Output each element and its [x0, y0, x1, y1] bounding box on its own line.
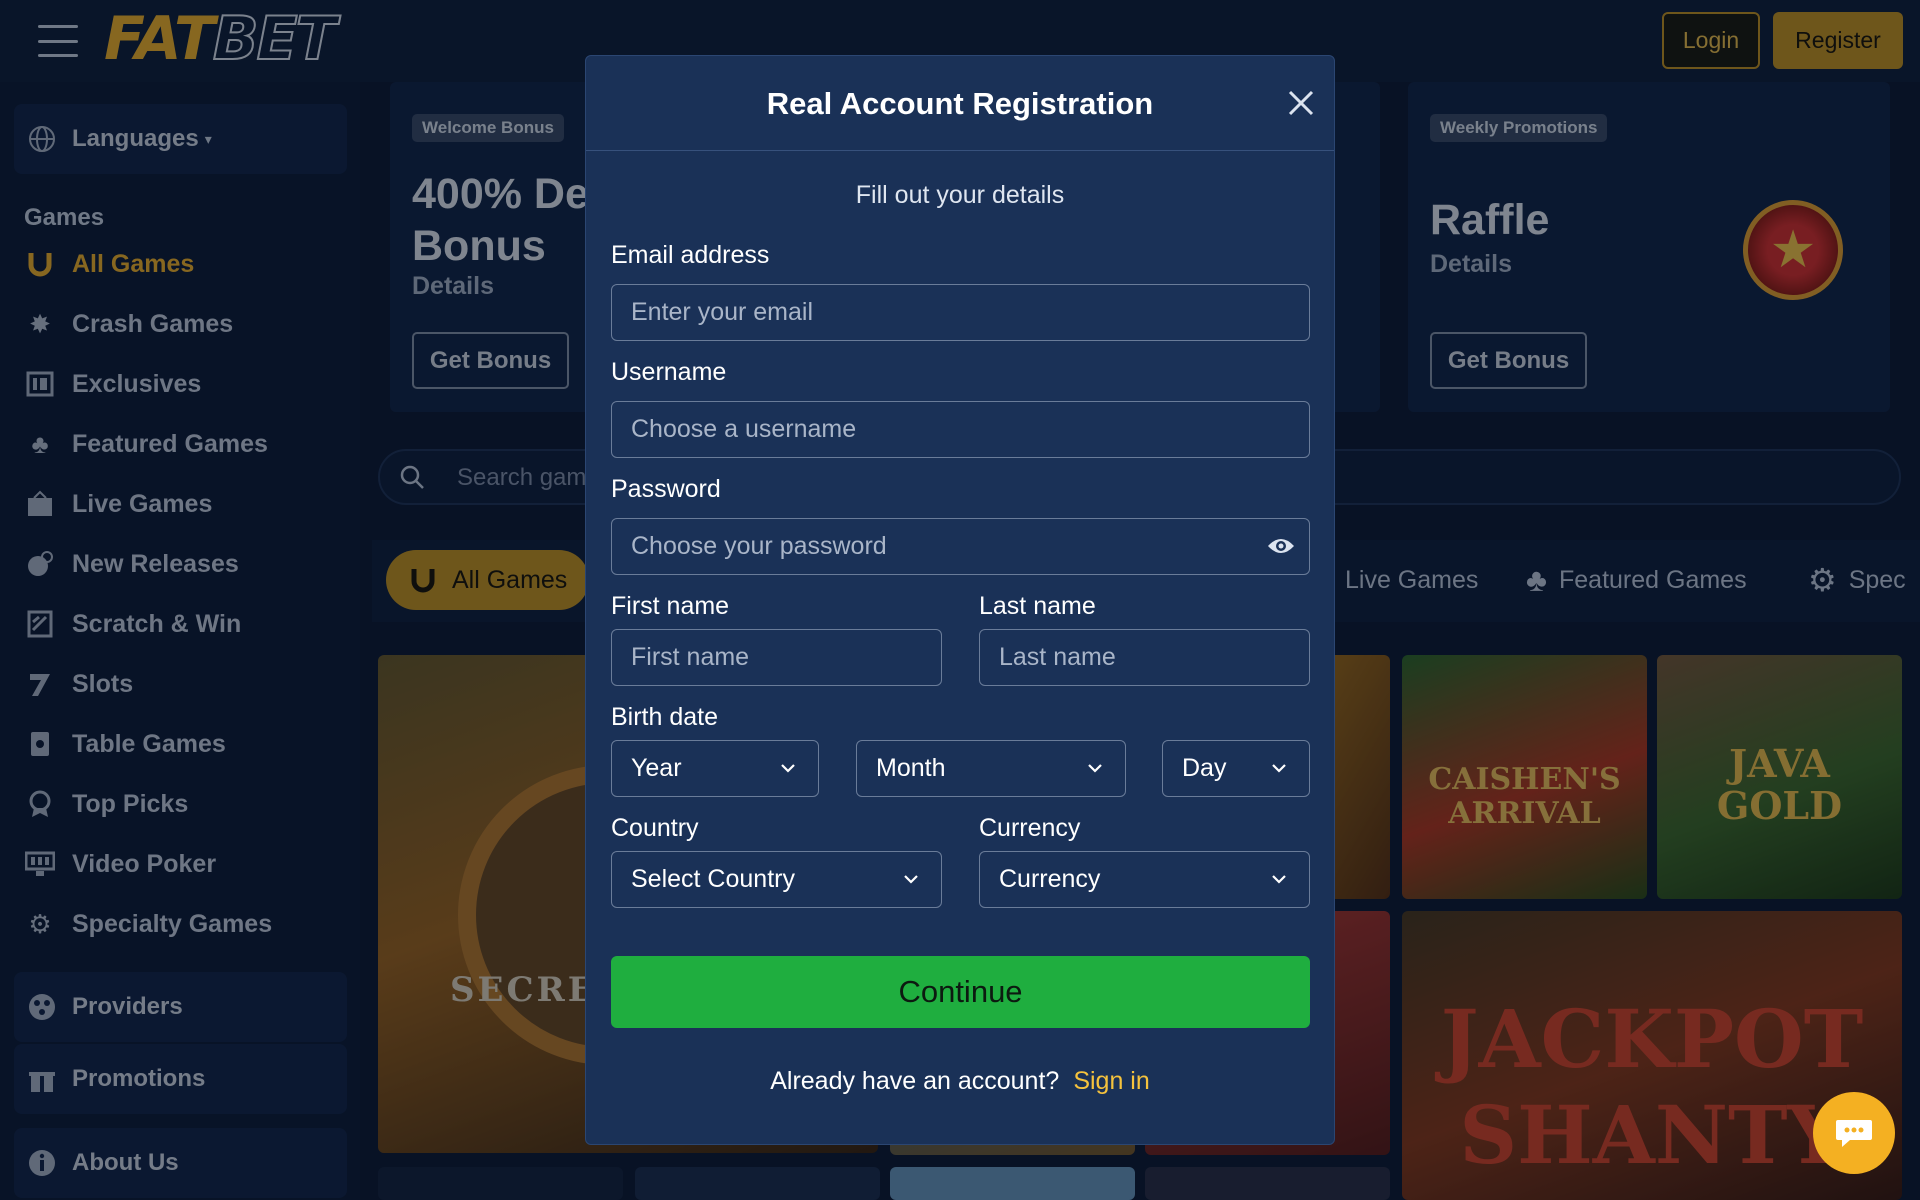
chevron-down-icon: [1272, 875, 1286, 884]
currency-label: Currency: [979, 814, 1081, 842]
modal-title: Real Account Registration: [766, 86, 1154, 121]
registration-modal: Real Account Registration Fill out your …: [585, 55, 1335, 1145]
email-label: Email address: [611, 241, 770, 269]
signin-prompt: Already have an account? Sign in: [586, 1067, 1334, 1096]
username-field[interactable]: [611, 401, 1310, 458]
birth-year-select[interactable]: Year: [611, 740, 819, 797]
password-wrapper: [611, 518, 1310, 575]
modal-header: Real Account Registration: [586, 56, 1334, 151]
chevron-down-icon: [904, 875, 918, 884]
chat-bubble-icon: [1836, 1120, 1872, 1147]
password-field[interactable]: [611, 518, 1310, 575]
continue-button[interactable]: Continue: [611, 956, 1310, 1028]
email-field[interactable]: [611, 284, 1310, 341]
select-value: Select Country: [631, 865, 795, 893]
password-label: Password: [611, 475, 721, 503]
username-label: Username: [611, 358, 727, 386]
chevron-down-icon: [1272, 764, 1286, 773]
first-name-label: First name: [611, 592, 730, 620]
already-text: Already have an account?: [770, 1067, 1060, 1095]
close-icon[interactable]: [1284, 86, 1318, 120]
chevron-down-icon: [1088, 764, 1102, 773]
chat-button[interactable]: [1813, 1092, 1895, 1174]
country-select[interactable]: Select Country: [611, 851, 942, 908]
modal-subtitle: Fill out your details: [855, 181, 1065, 209]
select-value: Day: [1182, 754, 1227, 782]
birth-date-label: Birth date: [611, 703, 719, 731]
birth-month-select[interactable]: Month: [856, 740, 1126, 797]
select-value: Currency: [999, 865, 1101, 893]
sign-in-link[interactable]: Sign in: [1073, 1067, 1149, 1095]
currency-select[interactable]: Currency: [979, 851, 1310, 908]
country-label: Country: [611, 814, 699, 842]
last-name-field[interactable]: [979, 629, 1310, 686]
select-value: Month: [876, 754, 946, 782]
eye-icon[interactable]: [1266, 534, 1296, 558]
birth-day-select[interactable]: Day: [1162, 740, 1310, 797]
select-value: Year: [631, 754, 682, 782]
first-name-field[interactable]: [611, 629, 942, 686]
last-name-label: Last name: [979, 592, 1096, 620]
chevron-down-icon: [781, 764, 795, 773]
